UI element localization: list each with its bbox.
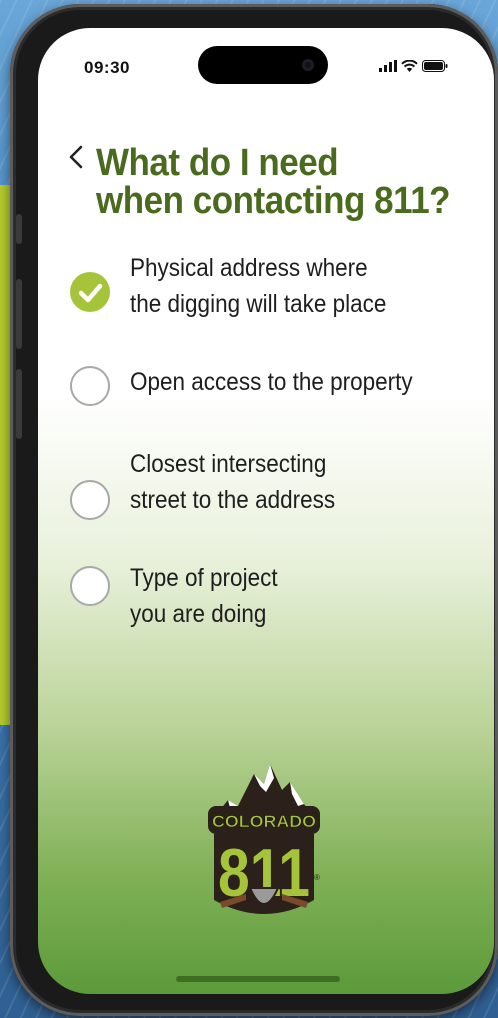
- checkbox-unchecked[interactable]: [70, 366, 110, 406]
- status-time: 09:30: [84, 58, 130, 77]
- page-title: What do I need when contacting 811?: [96, 142, 451, 222]
- checklist-item-label: Physical address where the digging will …: [130, 250, 386, 322]
- checklist-item-label: Type of project you are doing: [130, 560, 278, 632]
- checklist-item-label: Open access to the property: [130, 364, 413, 400]
- phone-volume-down-button: [16, 369, 22, 439]
- dynamic-island: [198, 46, 328, 84]
- checkmark-icon: [78, 283, 103, 303]
- checkbox-unchecked[interactable]: [70, 566, 110, 606]
- battery-icon: [422, 60, 448, 72]
- colorado-811-logo: COLORADO 811 ®: [208, 764, 320, 914]
- page-title-line-2: when contacting 811?: [96, 180, 451, 222]
- checklist-item-label-line-1: Open access to the property: [130, 368, 413, 396]
- chevron-left-icon: [69, 145, 83, 169]
- checklist-item-label: Closest intersecting street to the addre…: [130, 446, 335, 518]
- checkbox-unchecked[interactable]: [70, 480, 110, 520]
- wifi-icon: [401, 60, 418, 72]
- logo-word: COLORADO: [212, 812, 316, 831]
- checklist-item-label-line-2: you are doing: [130, 600, 267, 628]
- checklist-item-label-line-1: Type of project: [130, 564, 278, 592]
- checklist-item-label-line-1: Closest intersecting: [130, 450, 327, 478]
- checkbox-checked[interactable]: [70, 272, 110, 312]
- phone-action-button: [16, 214, 22, 244]
- status-bar: 09:30: [38, 28, 494, 108]
- back-button[interactable]: [68, 144, 84, 178]
- signal-icon: [379, 60, 397, 72]
- checklist-item-label-line-2: the digging will take place: [130, 290, 387, 318]
- checklist-item-label-line-1: Physical address where: [130, 254, 368, 282]
- camera-icon: [302, 59, 314, 71]
- page-title-line-1: What do I need: [96, 142, 339, 184]
- phone-screen: 09:30 What do I need when contacting 811…: [38, 28, 494, 994]
- registered-mark: ®: [314, 873, 320, 882]
- home-indicator[interactable]: [176, 976, 340, 982]
- status-icons: [379, 60, 448, 72]
- phone-volume-up-button: [16, 279, 22, 349]
- checklist-item-label-line-2: street to the address: [130, 486, 336, 514]
